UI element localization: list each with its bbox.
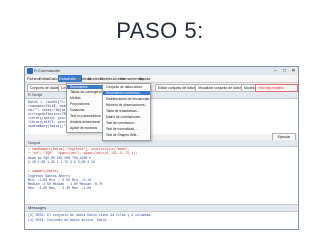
app-icon (27, 68, 33, 74)
menu-editar[interactable]: Editar (39, 75, 49, 82)
submenu-item-numeric-summaries[interactable]: Resúmenes numéricos... (103, 91, 150, 96)
edit-dataset-button[interactable]: Editar conjunto de datos (155, 84, 199, 92)
submenu-item-correlation-matrix[interactable]: Matriz de correlaciones... (103, 115, 150, 119)
submenu-item-correlation-test[interactable]: Test de correlación... (103, 121, 150, 125)
stats-menu-item-varianzas[interactable]: Varianzas (67, 108, 103, 112)
menu-ayuda[interactable]: Ayuda (139, 75, 150, 82)
view-dataset-button[interactable]: Visualizar conjunto de datos (195, 84, 245, 92)
window-titlebar: R Commander – □ ✕ (25, 67, 298, 75)
output-pane-header: Output (25, 140, 298, 147)
stats-menu-item-resumenes[interactable]: Resúmenes (67, 85, 103, 90)
submenu-item-stats-table[interactable]: Tabla de estadísticas... (103, 109, 150, 113)
message-line: [4] NOTA: Conjunto de datos activo: Dato… (28, 218, 107, 222)
stats-menu-item-medias[interactable]: Medias (67, 96, 103, 100)
minimize-icon[interactable]: – (271, 67, 280, 75)
stats-menu-item-no-parametricos[interactable]: Test no paramétricos (67, 114, 103, 118)
output-line: Max. :4.00 Max. : 3.40 Max. :1.60 (28, 186, 92, 190)
submenu-item-observations[interactable]: Número de observaciones... (103, 103, 150, 107)
summaries-submenu: Conjunto de datos activo Resúmenes numér… (102, 83, 152, 141)
stats-menu-item-tablas[interactable]: Tablas de contingencia (67, 90, 104, 94)
submenu-item-active-dataset[interactable]: Conjunto de datos activo (103, 85, 150, 89)
menubar: Fichero Editar Datos Estadísticos Gráfic… (25, 75, 298, 83)
model-selector[interactable]: <No hay modelo activo> (255, 84, 298, 96)
stats-menu-dropdown: Resúmenes Tablas de contingencia Medias … (66, 83, 104, 133)
stats-menu-item-ajuste[interactable]: Ajuste de modelos (67, 126, 103, 130)
messages-pane[interactable]: Messages [3] NOTA: El conjunto de datos … (25, 204, 298, 229)
close-icon[interactable]: ✕ (289, 67, 298, 75)
submenu-item-frequency[interactable]: Distribuciones de frecuencias... (103, 97, 152, 101)
slide-title: PASO 5: (116, 18, 204, 43)
submenu-item-shapiro[interactable]: Test de Shapiro-Wilk... (103, 133, 150, 137)
window-title: R Commander (34, 68, 61, 73)
r-commander-window: R Commander – □ ✕ Fichero Editar Datos E… (24, 66, 299, 230)
maximize-icon[interactable]: □ (280, 67, 289, 75)
messages-pane-header: Messages (25, 205, 298, 212)
stats-menu-item-proporciones[interactable]: Proporciones (67, 102, 103, 106)
output-line: 2.48 1.09 1.25 1 1.75 2.5 3.00 4 24 (28, 160, 95, 164)
submenu-item-normality-test[interactable]: Test de normalidad... (103, 127, 150, 131)
stats-menu-item-dimensional[interactable]: Análisis dimensional (67, 120, 103, 124)
